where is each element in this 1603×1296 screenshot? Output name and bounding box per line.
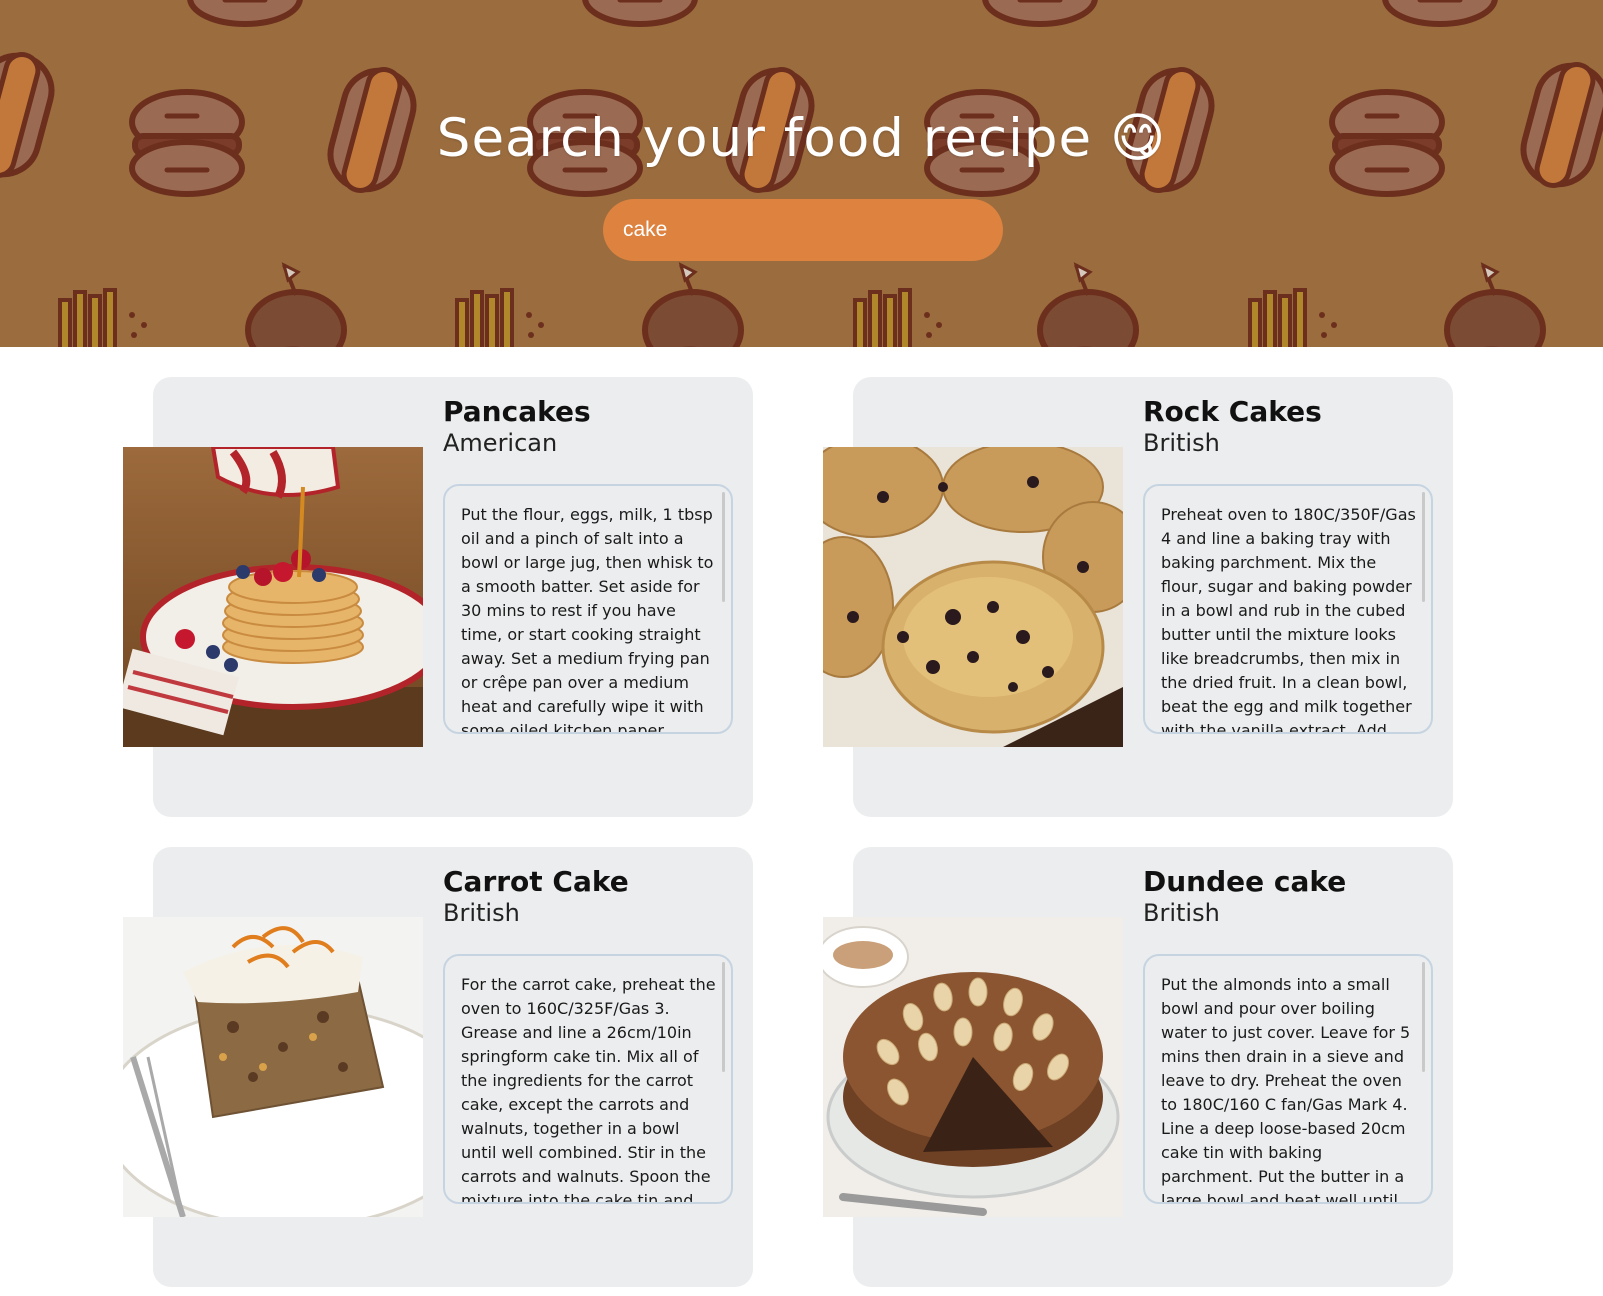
recipe-instructions[interactable]: Preheat oven to 180C/350F/Gas 4 and line… [1143,484,1433,734]
recipe-title: Dundee cake [1143,865,1347,898]
page-title: Search your food recipe 😋 [436,108,1167,169]
recipe-image[interactable] [123,917,423,1217]
recipe-title: Rock Cakes [1143,395,1322,428]
recipe-area: American [443,429,558,457]
recipe-image[interactable] [123,447,423,747]
recipe-instructions-text: Put the flour, eggs, milk, 1 tbsp oil an… [461,505,714,734]
recipe-title: Pancakes [443,395,591,428]
recipe-instructions-text: Preheat oven to 180C/350F/Gas 4 and line… [1161,505,1416,734]
hero-header: Search your food recipe 😋 [0,0,1603,347]
scrollbar[interactable] [1422,962,1425,1072]
recipe-card[interactable]: Dundee cake British Put the almonds into… [823,847,1453,1287]
recipe-area: British [1143,429,1220,457]
scrollbar[interactable] [722,962,725,1072]
recipe-instructions-text: Put the almonds into a small bowl and po… [1161,975,1411,1204]
scrollbar[interactable] [722,492,725,602]
food-pattern-background [0,0,1603,347]
scrollbar[interactable] [1422,492,1425,602]
rock-cakes-photo [823,447,1123,747]
recipe-area: British [1143,899,1220,927]
recipe-image[interactable] [823,447,1123,747]
recipe-instructions[interactable]: For the carrot cake, preheat the oven to… [443,954,733,1204]
recipe-area: British [443,899,520,927]
dundee-cake-photo [823,917,1123,1217]
recipe-instructions[interactable]: Put the flour, eggs, milk, 1 tbsp oil an… [443,484,733,734]
recipe-image[interactable] [823,917,1123,1217]
recipe-card[interactable]: Pancakes American Put the flour, eggs, m… [123,377,753,817]
pancakes-photo [123,447,423,747]
recipe-card[interactable]: Carrot Cake British For the carrot cake,… [123,847,753,1287]
recipe-instructions[interactable]: Put the almonds into a small bowl and po… [1143,954,1433,1204]
carrot-cake-photo [123,917,423,1217]
recipe-instructions-text: For the carrot cake, preheat the oven to… [461,975,716,1204]
search-input[interactable] [603,199,1003,261]
recipe-card[interactable]: Rock Cakes British Preheat oven to 180C/… [823,377,1453,817]
recipe-title: Carrot Cake [443,865,629,898]
